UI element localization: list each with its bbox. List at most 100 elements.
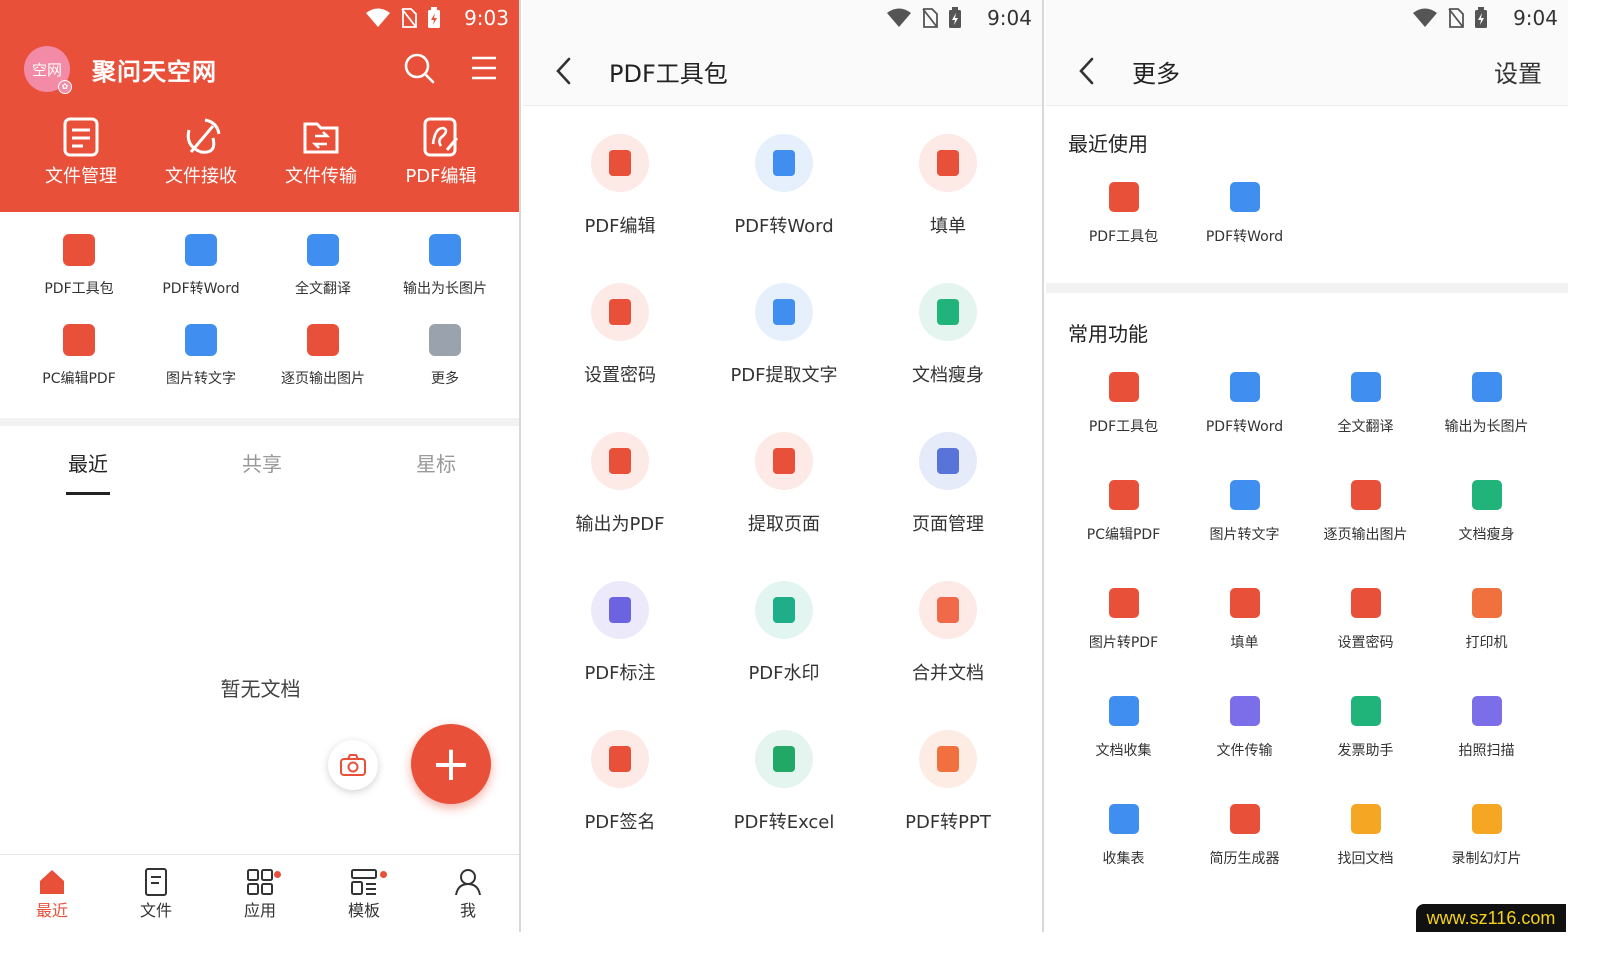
back-arrow-icon[interactable]	[553, 56, 575, 86]
app-label: 更多	[431, 371, 459, 387]
feature-item[interactable]: PDF工具包	[1063, 182, 1184, 246]
back-arrow-icon[interactable]	[1076, 56, 1098, 86]
status-bar: 9:04	[523, 0, 1042, 36]
feature-item[interactable]: 找回文档	[1305, 804, 1426, 868]
status-time: 9:03	[464, 6, 509, 30]
feature-item[interactable]: 图片转PDF	[1063, 588, 1184, 652]
toolkit-item[interactable]: 填单	[866, 134, 1030, 238]
feature-item[interactable]: 输出为长图片	[1426, 372, 1547, 436]
status-icons	[365, 7, 441, 29]
app-more[interactable]: 更多	[384, 324, 506, 414]
feature-label: PDF工具包	[1088, 229, 1159, 245]
home-header: 9:03 空网 ✿ 聚问天空网 文件管理 文件接收 文件传输 PDF编辑	[0, 0, 519, 212]
nav-apps[interactable]: 应用	[208, 855, 312, 932]
feature-item[interactable]: 录制幻灯片	[1426, 804, 1547, 868]
menu-icon[interactable]	[468, 52, 500, 84]
feature-item[interactable]: 图片转文字	[1184, 480, 1305, 544]
feature-item[interactable]: PDF工具包	[1063, 372, 1184, 436]
tool-glyph-icon	[609, 150, 631, 176]
toolkit-item[interactable]: PDF签名	[538, 730, 702, 834]
app-pdf-toolkit[interactable]: PDF工具包	[18, 234, 140, 324]
tool-circle-icon	[591, 730, 649, 788]
feature-item[interactable]: PDF转Word	[1184, 182, 1305, 246]
no-sim-icon	[922, 8, 938, 28]
tool-file-receive[interactable]: 文件接收	[141, 116, 261, 188]
tool-glyph-icon	[773, 597, 795, 623]
app-label: 图片转文字	[166, 371, 236, 387]
feature-item[interactable]: 发票助手	[1305, 696, 1426, 760]
tool-glyph-icon	[937, 448, 959, 474]
avatar[interactable]: 空网 ✿	[24, 46, 72, 94]
app-page-images[interactable]: 逐页输出图片	[262, 324, 384, 414]
toolkit-item[interactable]: PDF编辑	[538, 134, 702, 238]
tab-shared[interactable]: 共享	[242, 448, 282, 477]
satellite-icon	[186, 118, 221, 154]
battery-icon	[949, 7, 961, 28]
feature-item[interactable]: 简历生成器	[1184, 804, 1305, 868]
app-pc-edit-pdf[interactable]: PC编辑PDF	[18, 324, 140, 414]
nav-templates[interactable]: 模板	[312, 855, 416, 932]
toolkit-item[interactable]: 文档瘦身	[866, 283, 1030, 387]
app-label: 全文翻译	[295, 281, 351, 297]
feature-item[interactable]: 逐页输出图片	[1305, 480, 1426, 544]
toolkit-item[interactable]: 输出为PDF	[538, 432, 702, 536]
toolkit-item[interactable]: 提取页面	[702, 432, 866, 536]
feature-item[interactable]: 文档收集	[1063, 696, 1184, 760]
tool-file-manage[interactable]: 文件管理	[21, 116, 141, 188]
tool-label: PDF编辑	[405, 166, 477, 187]
toolkit-item[interactable]: PDF标注	[538, 581, 702, 685]
feature-item[interactable]: 收集表	[1063, 804, 1184, 868]
tool-glyph-icon	[773, 746, 795, 772]
settings-button[interactable]: 设置	[1494, 54, 1542, 89]
toolkit-item[interactable]: 页面管理	[866, 432, 1030, 536]
tool-label: PDF标注	[584, 663, 656, 684]
wifi-icon	[1413, 8, 1437, 27]
feature-item[interactable]: PDF转Word	[1184, 372, 1305, 436]
pdf-toolkit-icon	[63, 234, 95, 266]
toolkit-item[interactable]: PDF转Word	[702, 134, 866, 238]
tool-label: 输出为PDF	[575, 514, 665, 535]
feature-item[interactable]: 全文翻译	[1305, 372, 1426, 436]
toolkit-item[interactable]: PDF转PPT	[866, 730, 1030, 834]
nav-recent[interactable]: 最近	[0, 855, 104, 932]
app-long-image[interactable]: 输出为长图片	[384, 234, 506, 324]
feature-icon	[1471, 480, 1502, 510]
tool-file-transfer[interactable]: 文件传输	[261, 116, 381, 188]
toolkit-item[interactable]: 合并文档	[866, 581, 1030, 685]
tab-starred[interactable]: 星标	[416, 448, 456, 477]
tool-label: PDF提取文字	[730, 365, 838, 386]
feature-item[interactable]: 设置密码	[1305, 588, 1426, 652]
feature-item[interactable]: 拍照扫描	[1426, 696, 1547, 760]
wifi-icon	[366, 8, 390, 27]
app-pdf-to-word[interactable]: PDF转Word	[140, 234, 262, 324]
nav-me[interactable]: 我	[416, 855, 519, 932]
app-translate[interactable]: 全文翻译	[262, 234, 384, 324]
toolkit-item[interactable]: 设置密码	[538, 283, 702, 387]
feature-item[interactable]: 文档瘦身	[1426, 480, 1547, 544]
feature-item[interactable]: 填单	[1184, 588, 1305, 652]
tool-glyph-icon	[773, 299, 795, 325]
toolkit-item[interactable]: PDF转Excel	[702, 730, 866, 834]
tool-circle-icon	[591, 581, 649, 639]
feature-item[interactable]: 打印机	[1426, 588, 1547, 652]
battery-icon	[1475, 7, 1487, 28]
feature-item[interactable]: PC编辑PDF	[1063, 480, 1184, 544]
feature-icon	[1229, 182, 1260, 212]
camera-button[interactable]	[328, 740, 378, 790]
tool-pdf-edit[interactable]: PDF编辑	[381, 116, 501, 188]
pdf-toolkit-screen: 9:04 PDF工具包 PDF编辑 PDF转Word 填单 设置密码 PDF提取文字 文档…	[523, 0, 1044, 932]
image-text-icon	[185, 324, 217, 356]
toolkit-item[interactable]: PDF提取文字	[702, 283, 866, 387]
tool-label: PDF转Excel	[733, 812, 835, 833]
feature-icon	[1229, 804, 1260, 834]
search-icon[interactable]	[403, 52, 435, 84]
add-button[interactable]: +	[411, 724, 491, 804]
tool-glyph-icon	[609, 299, 631, 325]
feature-item[interactable]: 文件传输	[1184, 696, 1305, 760]
toolkit-item[interactable]: PDF水印	[702, 581, 866, 685]
tab-recent[interactable]: 最近	[68, 448, 108, 477]
nav-files[interactable]: 文件	[104, 855, 208, 932]
app-label: 逐页输出图片	[281, 371, 365, 387]
feature-label: PDF转Word	[1205, 419, 1284, 435]
app-image-to-text[interactable]: 图片转文字	[140, 324, 262, 414]
